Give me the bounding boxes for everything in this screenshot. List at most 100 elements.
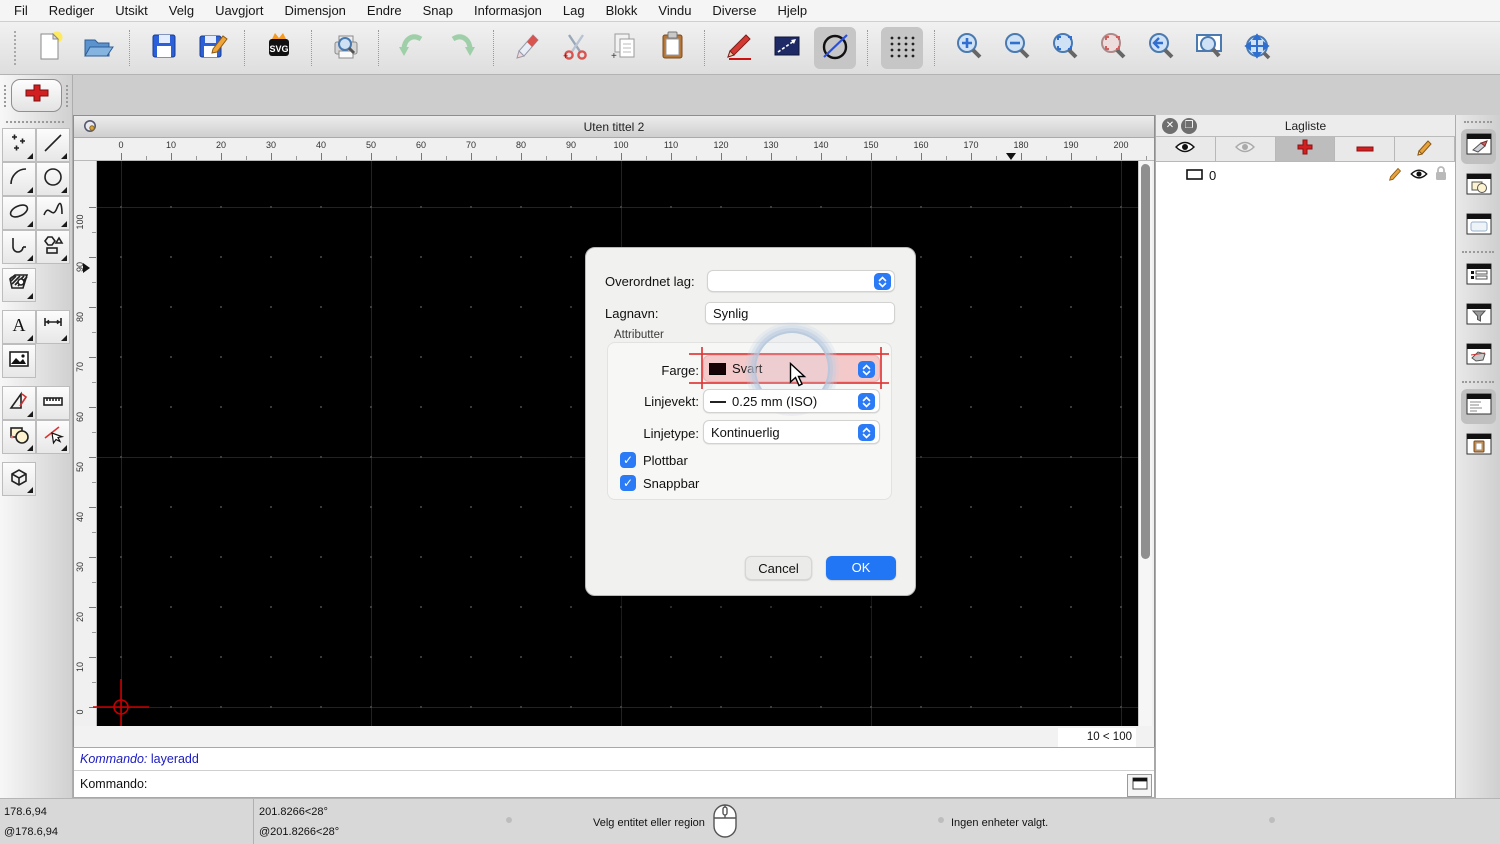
hide-all-layers-button[interactable] (1215, 137, 1276, 162)
dimension-tool-button[interactable] (36, 310, 70, 344)
cancel-button[interactable]: Cancel (745, 556, 812, 580)
parent-layer-combobox[interactable] (707, 270, 895, 292)
add-layer-tool-button[interactable] (11, 79, 62, 112)
paste-button[interactable] (651, 27, 693, 69)
stepper-icon[interactable] (858, 361, 875, 378)
points-tool-button[interactable] (2, 128, 36, 162)
zoom-out-button[interactable] (996, 27, 1038, 69)
toolbar-drag-handle[interactable] (14, 31, 18, 65)
stepper-icon[interactable] (858, 424, 875, 441)
menu-item-lag[interactable]: Lag (563, 3, 585, 18)
zoom-previous-button[interactable] (1140, 27, 1182, 69)
menu-bar: Fil Rediger Utsikt Velg Uavgjort Dimensjon End… (0, 0, 1500, 22)
zoom-selection-button[interactable] (1092, 27, 1134, 69)
menu-item-hjelp[interactable]: Hjelp (778, 3, 808, 18)
lineweight-dropdown[interactable]: 0.25 mm (ISO) (703, 389, 880, 413)
solid-3d-tool-button[interactable] (2, 462, 36, 496)
polygon-tool-button[interactable] (36, 230, 70, 264)
ok-button[interactable]: OK (826, 556, 896, 580)
open-file-button[interactable] (76, 27, 118, 69)
line-draw-tool-button[interactable] (36, 128, 70, 162)
draw-order-tool-button[interactable] (2, 386, 36, 420)
toggle-block-list-button[interactable] (1461, 169, 1496, 204)
menu-item-endre[interactable]: Endre (367, 3, 402, 18)
drawing-window-titlebar[interactable]: Uten tittel 2 (74, 116, 1154, 138)
stepper-icon[interactable] (874, 273, 891, 290)
stepper-icon[interactable] (858, 393, 875, 410)
menu-item-snap[interactable]: Snap (423, 3, 453, 18)
new-document-button[interactable] (28, 27, 70, 69)
edit-layer-button[interactable] (1395, 137, 1455, 162)
toggle-entity-list-button[interactable] (1461, 259, 1496, 294)
delete-button[interactable] (507, 27, 549, 69)
menu-item-vindu[interactable]: Vindu (658, 3, 691, 18)
snappable-checkbox[interactable]: ✓ (620, 475, 636, 491)
toggle-library-browser-button[interactable] (1461, 209, 1496, 244)
circle-draw-tool-button[interactable] (36, 162, 70, 196)
toolbar-drag-handle[interactable] (1464, 121, 1492, 123)
text-tool-button[interactable]: A (2, 310, 36, 344)
points-icon (8, 132, 30, 159)
cut-button[interactable]: + (555, 27, 597, 69)
menu-item-blokk[interactable]: Blokk (606, 3, 638, 18)
arc-tool-button[interactable] (2, 162, 36, 196)
print-preview-button[interactable] (325, 27, 367, 69)
hatch-tool-button[interactable] (2, 268, 36, 302)
layer-row[interactable]: 0 (1156, 164, 1455, 186)
select-tool-button[interactable] (36, 420, 70, 454)
toggle-clipboard-panel-button[interactable] (1461, 429, 1496, 464)
circle-tool-button[interactable] (814, 27, 856, 69)
menu-item-informasjon[interactable]: Informasjon (474, 3, 542, 18)
remove-layer-button[interactable] (1335, 137, 1396, 162)
toolbar-drag-handle[interactable] (6, 121, 64, 123)
zoom-auto-button[interactable] (1044, 27, 1086, 69)
menu-item-velg[interactable]: Velg (169, 3, 194, 18)
toolbar-drag-handle[interactable] (4, 85, 6, 107)
toggle-wall-tools-button[interactable] (1461, 339, 1496, 374)
zoom-pan-button[interactable] (1236, 27, 1278, 69)
redo-button[interactable] (440, 27, 482, 69)
layer-edit-pencil-icon[interactable] (1388, 166, 1403, 184)
checkmark-icon: ✓ (622, 453, 634, 467)
zoom-window-button[interactable] (1188, 27, 1230, 69)
menu-item-diverse[interactable]: Diverse (712, 3, 756, 18)
save-button[interactable] (143, 27, 185, 69)
save-as-button[interactable] (191, 27, 233, 69)
layer-lock-icon[interactable] (1435, 166, 1447, 184)
zoom-in-button[interactable] (948, 27, 990, 69)
undo-button[interactable] (392, 27, 434, 69)
canvas-vertical-scrollbar[interactable] (1138, 161, 1152, 726)
toggle-command-window-button[interactable] (1461, 389, 1496, 424)
pan-icon (1240, 29, 1274, 68)
ellipse-tool-button[interactable] (2, 196, 36, 230)
toolbar-drag-handle[interactable] (66, 85, 68, 107)
copy-button[interactable]: + (603, 27, 645, 69)
spline-tool-button[interactable] (36, 196, 70, 230)
toggle-filter-button[interactable] (1461, 299, 1496, 334)
command-input-line[interactable]: Kommando: (74, 771, 1154, 798)
menu-item-utsikt[interactable]: Utsikt (115, 3, 148, 18)
scrollbar-thumb[interactable] (1141, 164, 1150, 559)
blank-window-icon (1466, 212, 1492, 241)
layer-visibility-eye-icon[interactable] (1410, 168, 1428, 183)
image-tool-button[interactable] (2, 344, 36, 378)
menu-item-uavgjort[interactable]: Uavgjort (215, 3, 263, 18)
toggle-layer-list-button[interactable] (1461, 129, 1496, 164)
menu-item-fil[interactable]: Fil (14, 3, 28, 18)
menu-item-dimensjon[interactable]: Dimensjon (284, 3, 345, 18)
ruler-icon (42, 390, 64, 417)
draw-pencil-button[interactable] (718, 27, 760, 69)
grid-toggle-button[interactable] (881, 27, 923, 69)
line-tool-button[interactable] (766, 27, 808, 69)
plottable-checkbox[interactable]: ✓ (620, 452, 636, 468)
show-all-layers-button[interactable] (1156, 137, 1216, 162)
layer-name-field[interactable]: Synlig (705, 302, 895, 324)
add-layer-button[interactable] (1275, 137, 1336, 162)
measure-tool-button[interactable] (36, 386, 70, 420)
linetype-dropdown[interactable]: Kontinuerlig (703, 420, 880, 444)
command-options-button[interactable] (1127, 774, 1152, 797)
boolean-tool-button[interactable] (2, 420, 36, 454)
menu-item-rediger[interactable]: Rediger (49, 3, 95, 18)
svg-export-button[interactable]: SVG (258, 27, 300, 69)
polyline-tool-button[interactable] (2, 230, 36, 264)
